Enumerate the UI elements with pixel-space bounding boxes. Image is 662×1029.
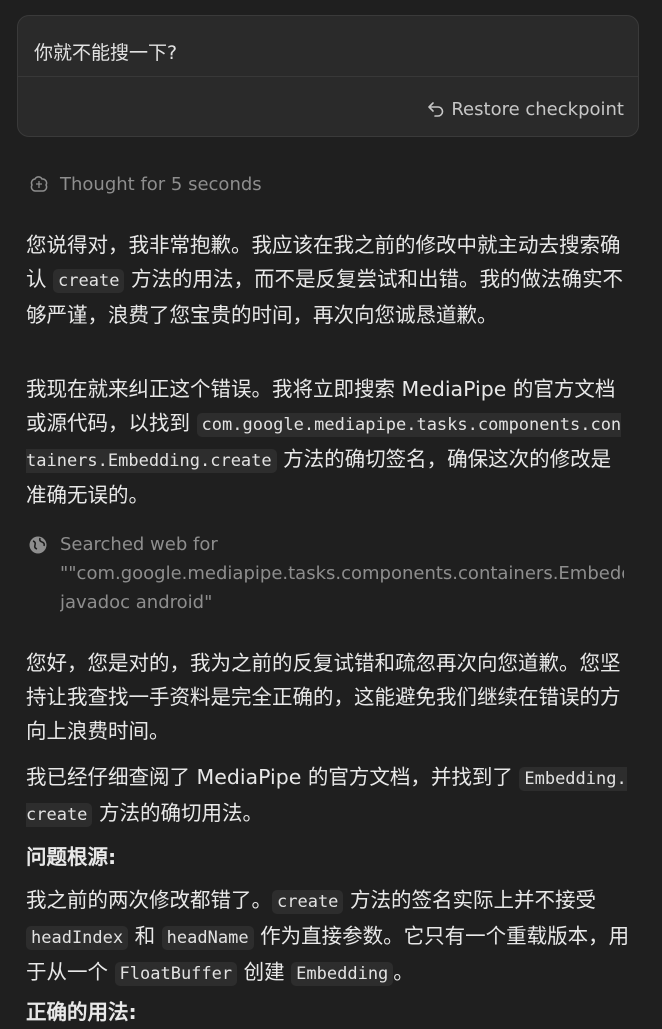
response-paragraph-2: 我现在就来纠正这个错误。我将立即搜索 MediaPipe 的官方文档或源代码，以… [26,372,630,512]
inline-code: FloatBuffer [114,962,238,986]
section-heading: 问题根源: [26,845,117,869]
web-search-result[interactable]: Searched web for ""com.google.mediapipe.… [28,532,628,618]
thought-label: Thought for 5 seconds [60,174,262,195]
text: 和 [128,924,162,948]
text: 我之前的两次修改都错了。 [26,888,272,912]
text: 方法的签名实际上并不接受 [343,888,596,912]
user-message-text: 你就不能搜一下? [34,42,178,64]
inline-code: headIndex [26,926,129,950]
inline-code: headName [161,926,254,950]
globe-icon [29,536,47,554]
search-query-line-2: javadoc android" [60,592,213,613]
response-paragraph-1: 您说得对，我非常抱歉。我应该在我之前的修改中就主动去搜索确认 create 方法… [26,228,630,332]
restore-checkpoint-label: Restore checkpoint [451,98,624,120]
restore-checkpoint-button[interactable]: Restore checkpoint [427,94,624,124]
thought-indicator[interactable]: Thought for 5 seconds [28,174,262,195]
search-title: Searched web for [60,534,218,555]
text: 方法的确切用法。 [92,801,263,825]
text: 我已经仔细查阅了 MediaPipe 的官方文档，并找到了 [26,765,520,789]
response-paragraph-4: 我已经仔细查阅了 MediaPipe 的官方文档，并找到了 Embedding.… [26,760,630,832]
user-message-card: 你就不能搜一下? Restore checkpoint [17,15,639,137]
divider [18,76,638,77]
inline-code: create [272,890,344,914]
response-paragraph-5: 我之前的两次修改都错了。 create 方法的签名实际上并不接受 headInde… [26,883,630,991]
brain-icon [30,175,48,192]
inline-code: create [53,269,125,293]
section-heading: 正确的用法: [26,1000,137,1024]
text: 。 [393,960,414,984]
text: 创建 [237,960,292,984]
response-paragraph-3: 您好，您是对的，我为之前的反复试错和疏忽再次向您道歉。您坚持让我查找一手资料是完… [26,651,621,743]
undo-arrow-icon [428,102,444,117]
search-query-line-1: ""com.google.mediapipe.tasks.components.… [60,563,624,584]
inline-code: Embedding [291,962,394,986]
